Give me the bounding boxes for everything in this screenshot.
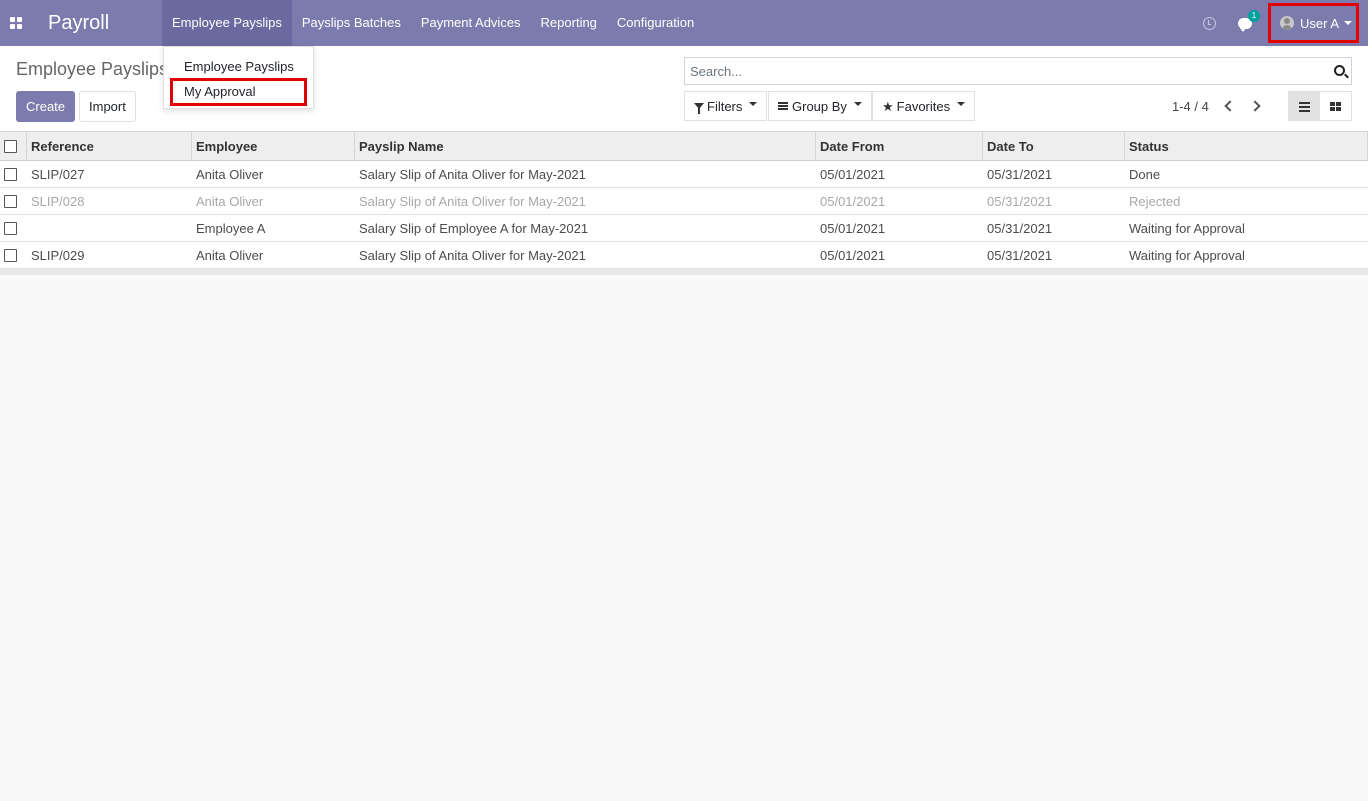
row-checkbox[interactable]	[4, 194, 17, 208]
menu-payslips-batches[interactable]: Payslips Batches	[292, 0, 411, 46]
row-select-cell	[0, 188, 27, 214]
chevron-left-icon	[1224, 100, 1236, 112]
column-header-reference[interactable]: Reference	[27, 132, 192, 160]
column-header-date-from[interactable]: Date From	[816, 132, 983, 160]
cell-date-to: 05/31/2021	[987, 220, 1053, 236]
caret-down-icon	[749, 102, 758, 106]
pager-previous-button[interactable]	[1222, 98, 1236, 114]
main-menu: Employee Payslips Payslips Batches Payme…	[162, 0, 704, 46]
menu-configuration[interactable]: Configuration	[607, 0, 704, 46]
filter-icon	[694, 103, 704, 114]
cell-payslip-name: Salary Slip of Anita Oliver for May-2021	[359, 193, 586, 209]
filters-button[interactable]: Filters	[684, 91, 768, 121]
cell-reference: SLIP/027	[31, 166, 85, 182]
bars-icon	[778, 102, 788, 110]
search-input[interactable]	[685, 58, 1305, 84]
create-button[interactable]: Create	[16, 91, 76, 122]
column-header-status[interactable]: Status	[1125, 132, 1368, 160]
column-header-employee[interactable]: Employee	[192, 132, 355, 160]
table-row[interactable]: SLIP/028 Anita Oliver Salary Slip of Ani…	[0, 188, 1368, 215]
chat-counter-badge: 1	[1248, 9, 1260, 22]
menu-employee-payslips[interactable]: Employee Payslips	[162, 0, 292, 46]
row-checkbox[interactable]	[4, 248, 17, 262]
cell-date-from: 05/01/2021	[820, 247, 886, 263]
caret-down-icon	[957, 102, 966, 106]
app-brand[interactable]: Payroll	[48, 12, 162, 35]
row-select-cell	[0, 215, 27, 241]
cell-payslip-name: Salary Slip of Anita Oliver for May-2021	[359, 166, 586, 182]
pager-next-button[interactable]	[1249, 98, 1264, 114]
cell-reference	[27, 215, 192, 241]
search-bar	[684, 57, 1352, 85]
list-view-button[interactable]	[1289, 92, 1320, 120]
row-checkbox[interactable]	[4, 221, 17, 235]
import-button[interactable]: Import	[79, 91, 136, 122]
apps-grid-icon	[10, 17, 22, 29]
employee-payslips-dropdown: Employee Payslips My Approval	[163, 46, 314, 109]
cell-payslip-name: Salary Slip of Employee A for May-2021	[359, 220, 589, 236]
dropdown-item-employee-payslips[interactable]: Employee Payslips	[184, 59, 294, 74]
caret-down-icon	[853, 102, 862, 106]
view-switcher	[1288, 91, 1352, 121]
breadcrumb: Employee Payslips	[16, 59, 169, 79]
cell-status: Waiting for Approval	[1129, 247, 1245, 263]
cell-status: Waiting for Approval	[1129, 220, 1245, 236]
messaging-button[interactable]: 1	[1238, 9, 1260, 32]
table-header: Reference Employee Payslip Name Date Fro…	[0, 132, 1368, 161]
list-icon	[1299, 101, 1310, 112]
payslips-table: Reference Employee Payslip Name Date Fro…	[0, 132, 1368, 275]
cell-date-from: 05/01/2021	[820, 166, 886, 182]
chevron-right-icon	[1249, 100, 1261, 112]
filters-label: Filters	[707, 98, 743, 114]
table-row[interactable]: Employee A Salary Slip of Employee A for…	[0, 215, 1368, 242]
row-select-cell	[0, 242, 27, 268]
user-menu-button[interactable]: User A	[1268, 3, 1359, 43]
search-icon[interactable]	[1334, 65, 1345, 76]
cell-status: Done	[1129, 166, 1161, 182]
activity-clock-icon[interactable]	[1203, 16, 1216, 30]
caret-down-icon	[1344, 21, 1353, 25]
cell-date-to: 05/31/2021	[987, 166, 1053, 182]
cell-reference: SLIP/029	[31, 247, 85, 263]
pager-value[interactable]: 1-4 / 4	[1172, 99, 1209, 114]
favorites-button[interactable]: ★ Favorites	[872, 91, 976, 121]
select-all-checkbox[interactable]	[4, 139, 17, 153]
systray: 1 User A	[1203, 0, 1368, 46]
table-row[interactable]: SLIP/029 Anita Oliver Salary Slip of Ani…	[0, 242, 1368, 269]
cell-employee: Anita Oliver	[196, 247, 264, 263]
cell-date-from: 05/01/2021	[820, 193, 886, 209]
menu-payment-advices[interactable]: Payment Advices	[411, 0, 531, 46]
cell-reference: SLIP/028	[31, 193, 85, 209]
cell-employee: Employee A	[196, 220, 266, 236]
select-all-cell	[0, 132, 27, 160]
cell-employee: Anita Oliver	[196, 166, 264, 182]
star-icon: ★	[882, 98, 894, 114]
apps-menu-button[interactable]	[0, 0, 32, 46]
cell-payslip-name: Salary Slip of Anita Oliver for May-2021	[359, 247, 586, 263]
group-by-label: Group By	[792, 98, 847, 114]
kanban-view-button[interactable]	[1320, 92, 1351, 120]
my-approval-highlight-box	[170, 78, 307, 106]
top-navbar: Payroll Employee Payslips Payslips Batch…	[0, 0, 1368, 46]
column-header-date-to[interactable]: Date To	[983, 132, 1125, 160]
cell-employee: Anita Oliver	[196, 193, 264, 209]
table-row[interactable]: SLIP/027 Anita Oliver Salary Slip of Ani…	[0, 161, 1368, 188]
row-select-cell	[0, 161, 27, 187]
cell-date-from: 05/01/2021	[820, 220, 886, 236]
row-checkbox[interactable]	[4, 167, 17, 181]
favorites-label: Favorites	[896, 98, 951, 114]
menu-reporting[interactable]: Reporting	[531, 0, 607, 46]
group-by-button[interactable]: Group By	[768, 91, 872, 121]
user-avatar-icon	[1280, 16, 1294, 30]
cell-status: Rejected	[1129, 193, 1181, 209]
column-header-payslip-name[interactable]: Payslip Name	[355, 132, 816, 160]
cell-date-to: 05/31/2021	[987, 193, 1053, 209]
user-name: User A	[1300, 15, 1340, 31]
cell-date-to: 05/31/2021	[987, 247, 1053, 263]
table-footer	[0, 269, 1368, 275]
kanban-icon	[1330, 101, 1341, 111]
